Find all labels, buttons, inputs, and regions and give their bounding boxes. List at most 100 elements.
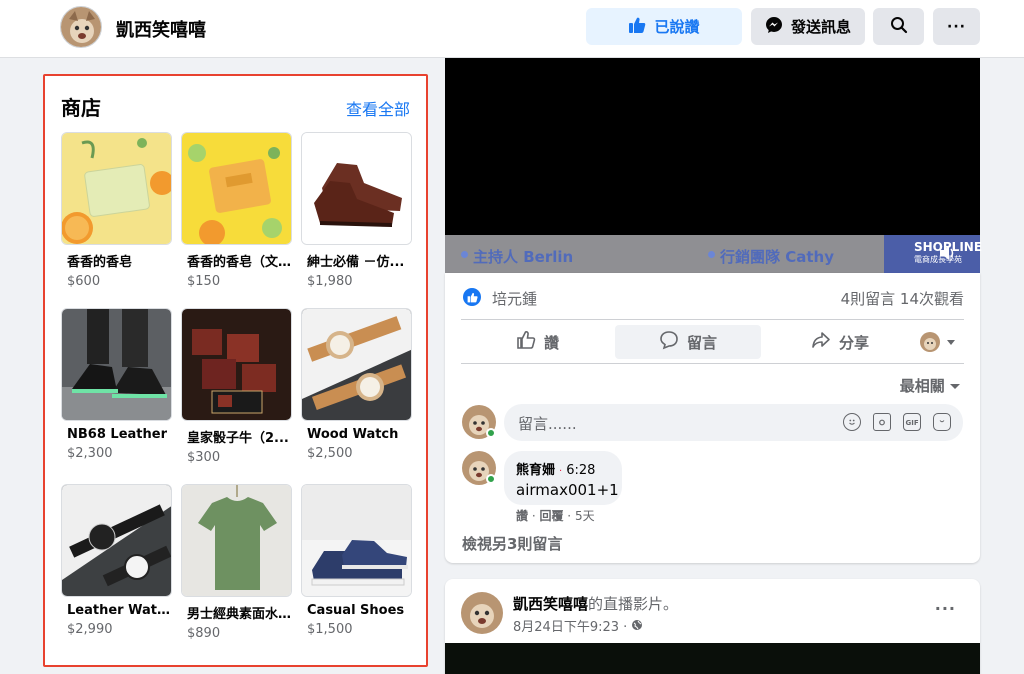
liked-button[interactable]: 已說讚 (586, 8, 742, 45)
see-all-link[interactable]: 查看全部 (346, 96, 410, 120)
gif-icon[interactable]: GIF (903, 413, 921, 431)
like-label: 讚 (543, 333, 559, 352)
camera-icon[interactable] (873, 413, 891, 431)
product-grid: 香香的香皂 $600 香香的香皂（文... $150 紳士必備 －仿... $1… (61, 132, 412, 660)
product-price: $600 (67, 274, 101, 289)
comment-actions: 讚 · 回覆 · 5天 (516, 509, 595, 523)
dot-icon (708, 251, 715, 258)
comment-like-link[interactable]: 讚 (516, 509, 528, 523)
post-timestamp[interactable]: 8月24日下午9:23 · (513, 620, 631, 635)
comment-reply-link[interactable]: 回覆 (539, 509, 563, 523)
online-indicator (486, 474, 496, 484)
post-card: 凱西笑嘻嘻的直播影片。 8月24日下午9:23 · ··· (445, 579, 980, 674)
page-avatar[interactable] (60, 6, 102, 48)
thumbs-up-icon (628, 16, 646, 38)
product-image-dress-shoes[interactable] (301, 132, 412, 245)
product-item[interactable]: Leather Watch $2,990 (61, 484, 172, 660)
send-message-label: 發送訊息 (790, 18, 851, 36)
liked-label: 已說讚 (654, 18, 700, 36)
comment-age[interactable]: 5天 (575, 509, 595, 523)
page-name[interactable]: 凱西笑嘻嘻 (116, 16, 206, 42)
emoji-icon[interactable] (843, 413, 861, 431)
thumbs-up-outline-icon (516, 330, 536, 354)
product-name: 香香的香皂 (67, 255, 133, 270)
divider (461, 363, 964, 364)
divider (461, 319, 964, 320)
search-button[interactable] (873, 8, 924, 45)
post-date: 8月24日下午9:23 · (513, 616, 643, 635)
comment-input[interactable]: 留言...... GIF (504, 404, 963, 441)
product-name: 香香的香皂（文... (187, 255, 292, 270)
banner-team-text: 行銷團隊 Cathy (720, 248, 834, 266)
video-banner: 主持人 Berlin 行銷團隊 Cathy SHOPLINE 電商成長學苑 (445, 235, 982, 273)
search-icon (890, 16, 908, 38)
comment-author[interactable]: 熊育姍 (516, 463, 555, 478)
avatar[interactable] (461, 592, 503, 634)
product-image-tshirt[interactable] (181, 484, 292, 597)
messenger-icon (765, 16, 783, 38)
globe-icon (631, 620, 643, 635)
comment-timestamp[interactable]: 6:28 (566, 463, 595, 478)
product-name: NB68 Leather (67, 427, 167, 442)
share-button[interactable]: 分享 (767, 325, 913, 359)
product-name: Leather Watch (67, 603, 172, 618)
shop-section: 商店 查看全部 香香的香皂 $600 香香的香皂（文... $150 紳士必備 … (43, 74, 428, 667)
product-image-soap[interactable] (61, 132, 172, 245)
post-action-text: 的直播影片。 (588, 595, 679, 613)
comment-sort-selector[interactable]: 最相關 (900, 375, 960, 396)
more-icon: ··· (934, 599, 956, 618)
product-price: $2,300 (67, 446, 113, 461)
product-image-beef[interactable] (181, 308, 292, 421)
product-price: $2,990 (67, 622, 113, 637)
post-author-line: 凱西笑嘻嘻的直播影片。 (513, 593, 678, 614)
svg-text:GIF: GIF (906, 419, 919, 426)
product-name: 紳士必備 －仿... (307, 255, 405, 270)
volume-icon[interactable] (938, 244, 956, 266)
product-item[interactable]: 皇家骰子牛（2... $300 (181, 308, 292, 484)
product-item[interactable]: Casual Shoes $1,500 (301, 484, 412, 660)
product-name: Wood Watch (307, 427, 399, 442)
avatar (920, 332, 940, 352)
product-price: $1,500 (307, 622, 353, 637)
live-video-player[interactable] (445, 643, 980, 674)
view-more-comments-link[interactable]: 檢視另3則留言 (462, 533, 562, 554)
product-name: Casual Shoes (307, 603, 405, 618)
live-video-player[interactable]: 主持人 Berlin 行銷團隊 Cathy SHOPLINE 電商成長學苑 (445, 58, 982, 273)
banner-host-text: 主持人 Berlin (473, 248, 574, 266)
product-price: $2,500 (307, 446, 353, 461)
more-icon: ··· (947, 18, 966, 35)
product-image-casual-shoes[interactable] (301, 484, 412, 597)
product-price: $890 (187, 626, 221, 641)
comment-label: 留言 (686, 333, 717, 352)
share-icon (811, 330, 831, 354)
comment-button[interactable]: 留言 (615, 325, 761, 359)
product-item[interactable]: 男士經典素面水... $890 (181, 484, 292, 660)
product-item[interactable]: 香香的香皂（文... $150 (181, 132, 292, 308)
product-item[interactable]: 紳士必備 －仿... $1,980 (301, 132, 412, 308)
composer-tools: GIF (843, 413, 951, 431)
sort-label: 最相關 (899, 377, 945, 395)
reaction-profile-selector[interactable] (913, 325, 963, 359)
product-price: $150 (187, 274, 221, 289)
post-card: 培元鍾 4則留言 14次觀看 讚 留言 分享 最相關 留言...... GIF … (445, 273, 980, 563)
post-author[interactable]: 凱西笑嘻嘻 (513, 595, 588, 613)
product-item[interactable]: NB68 Leather $2,300 (61, 308, 172, 484)
product-item[interactable]: Wood Watch $2,500 (301, 308, 412, 484)
sticker-icon[interactable] (933, 413, 951, 431)
product-price: $300 (187, 450, 221, 465)
like-button[interactable]: 讚 (465, 325, 610, 359)
online-indicator (486, 428, 496, 438)
product-image-soap[interactable] (181, 132, 292, 245)
product-image-sneakers[interactable] (61, 308, 172, 421)
post-options-button[interactable]: ··· (935, 599, 956, 618)
reactor-name[interactable]: 培元鍾 (492, 288, 537, 309)
product-image-leather-watch[interactable] (61, 484, 172, 597)
product-name: 男士經典素面水... (187, 607, 292, 622)
comment-view-counts[interactable]: 4則留言 14次觀看 (841, 288, 964, 309)
page-header: 凱西笑嘻嘻 已說讚 發送訊息 ··· (0, 0, 1024, 58)
comment-placeholder: 留言...... (518, 415, 577, 433)
product-image-wood-watch[interactable] (301, 308, 412, 421)
more-options-button[interactable]: ··· (933, 8, 980, 45)
send-message-button[interactable]: 發送訊息 (751, 8, 865, 45)
product-item[interactable]: 香香的香皂 $600 (61, 132, 172, 308)
